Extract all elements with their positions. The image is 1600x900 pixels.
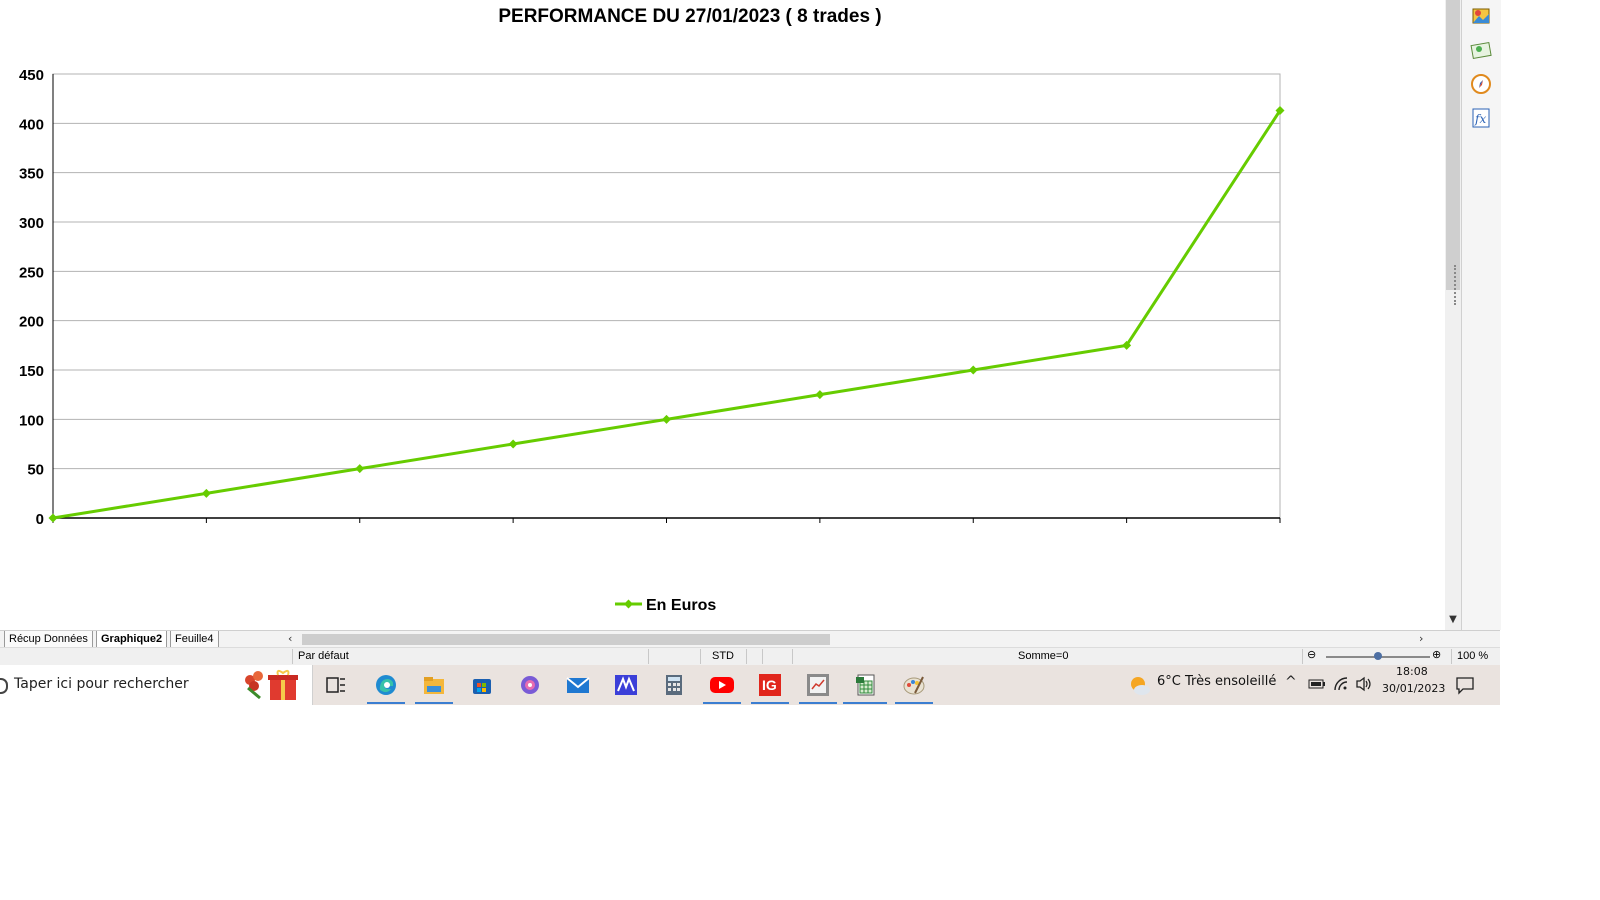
- scroll-down-arrow-icon[interactable]: ▼: [1445, 612, 1461, 628]
- y-tick-label: 50: [27, 462, 44, 479]
- y-tick-label: 350: [19, 166, 44, 183]
- plot-area: [52, 73, 1281, 519]
- sidebar-deck: fx: [1454, 0, 1501, 630]
- status-separator: [762, 649, 763, 664]
- gift-flowers-icon: [245, 669, 298, 700]
- y-tick-label: 0: [36, 511, 44, 528]
- notifications-icon[interactable]: [1455, 675, 1475, 700]
- y-tick-label: 200: [19, 314, 44, 331]
- clock-date[interactable]: 30/01/2023: [1382, 682, 1445, 695]
- sheet-tab-graphique2[interactable]: Graphique2: [96, 631, 168, 648]
- y-tick-label: 450: [19, 67, 44, 84]
- speaker-icon[interactable]: [1355, 676, 1373, 697]
- weather-sun-icon[interactable]: [1127, 673, 1151, 697]
- calculator-icon[interactable]: [661, 673, 687, 697]
- chart-app-icon[interactable]: [805, 673, 831, 697]
- selection-mode-label[interactable]: STD: [712, 650, 734, 662]
- status-bar: Par défaut STD Somme=0 ⊖ ⊕ 100 %: [0, 647, 1500, 666]
- tabs-filler: [226, 631, 282, 648]
- navigator-icon[interactable]: [1468, 37, 1494, 63]
- status-separator: [700, 649, 701, 664]
- scroll-left-arrow-icon[interactable]: ‹: [288, 631, 292, 647]
- copilot-icon[interactable]: [517, 673, 543, 697]
- status-separator: [792, 649, 793, 664]
- store-icon[interactable]: [469, 673, 495, 697]
- paint-active-indicator: [895, 702, 933, 704]
- horizontal-scroll-thumb[interactable]: [302, 634, 830, 645]
- paint-icon[interactable]: [901, 673, 927, 697]
- status-separator: [1451, 649, 1452, 664]
- vertical-scroll-thumb[interactable]: [1446, 0, 1460, 290]
- ig-active-indicator: [751, 702, 789, 704]
- chart-app-active-indicator: [799, 702, 837, 704]
- youtube-icon[interactable]: [709, 673, 735, 697]
- edge-icon[interactable]: [373, 673, 399, 697]
- app-m-icon[interactable]: [613, 673, 639, 697]
- calc-active-indicator: [843, 702, 887, 704]
- explorer-active-indicator: [415, 702, 453, 704]
- sidebar-resize-grip[interactable]: [1454, 265, 1460, 305]
- status-separator: [648, 649, 649, 664]
- wifi-icon[interactable]: [1333, 676, 1349, 697]
- status-separator: [292, 649, 293, 664]
- clock-time[interactable]: 18:08: [1396, 665, 1428, 678]
- ig-icon-label: IG: [762, 677, 777, 693]
- zoom-in-icon[interactable]: ⊕: [1432, 648, 1441, 661]
- sum-label[interactable]: Somme=0: [1018, 650, 1068, 662]
- task-view-icon[interactable]: [323, 673, 349, 697]
- line-chart: 0 50 100 150 200 250 300 350 400 450 En Euros: [19, 67, 1285, 614]
- chevron-up-icon[interactable]: ^: [1285, 674, 1297, 690]
- windows-taskbar: Taper ici pour rechercher IG 6°C Très en…: [0, 665, 1500, 705]
- edge-active-indicator: [367, 702, 405, 704]
- taskbar-search-box[interactable]: Taper ici pour rechercher: [0, 665, 313, 705]
- weather-text[interactable]: 6°C Très ensoleillé: [1157, 674, 1276, 689]
- compass-icon[interactable]: [1468, 71, 1494, 97]
- y-tick-label: 400: [19, 116, 44, 133]
- y-tick-label: 300: [19, 215, 44, 232]
- status-separator: [1302, 649, 1303, 664]
- zoom-out-icon[interactable]: ⊖: [1307, 648, 1316, 661]
- chart-area[interactable]: PERFORMANCE DU 27/01/2023 ( 8 trades ) 0…: [0, 0, 1445, 630]
- calc-window: PERFORMANCE DU 27/01/2023 ( 8 trades ) 0…: [0, 0, 1501, 705]
- legend-marker: [624, 599, 633, 609]
- svg-text:fx: fx: [1474, 112, 1486, 126]
- sheet-tabs-bar: Récup Données Graphique2 Feuille4 ‹ ›: [0, 630, 1500, 648]
- y-tick-label: 100: [19, 412, 44, 429]
- file-explorer-icon[interactable]: [421, 673, 447, 697]
- mail-icon[interactable]: [565, 673, 591, 697]
- gallery-icon[interactable]: [1468, 3, 1494, 29]
- functions-icon[interactable]: fx: [1468, 105, 1494, 131]
- sheet-tab-feuille4[interactable]: Feuille4: [170, 631, 219, 648]
- horizontal-scrollbar[interactable]: ‹ ›: [286, 631, 1436, 647]
- sheet-tab-recup-donnees[interactable]: Récup Données: [4, 631, 93, 648]
- legend-label: En Euros: [646, 597, 716, 614]
- page-style-label[interactable]: Par défaut: [298, 650, 349, 662]
- y-tick-label: 250: [19, 264, 44, 281]
- battery-icon[interactable]: [1308, 677, 1326, 696]
- youtube-active-indicator: [703, 702, 741, 704]
- ig-icon[interactable]: IG: [757, 673, 783, 697]
- search-icon: [0, 678, 8, 694]
- y-tick-label: 150: [19, 363, 44, 380]
- scroll-right-arrow-icon[interactable]: ›: [1419, 631, 1423, 647]
- status-separator: [746, 649, 747, 664]
- vertical-scrollbar[interactable]: ▼: [1445, 0, 1461, 630]
- search-placeholder: Taper ici pour rechercher: [14, 676, 189, 692]
- zoom-slider-knob[interactable]: [1374, 652, 1382, 660]
- calc-sheet-icon[interactable]: [853, 673, 879, 697]
- zoom-percent[interactable]: 100 %: [1457, 650, 1488, 662]
